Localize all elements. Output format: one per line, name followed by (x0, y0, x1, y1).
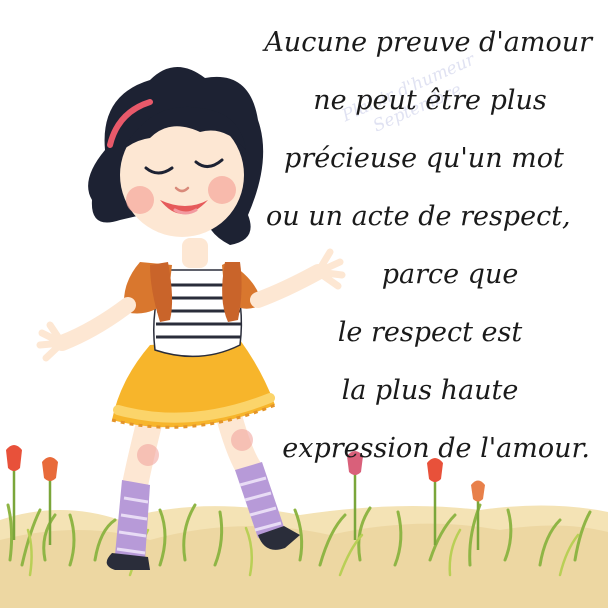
quote-line: ou un acte de respect, (266, 201, 571, 232)
quote-line: Aucune preuve d'amour (264, 27, 592, 58)
neck (182, 238, 208, 268)
quote-line: le respect est (337, 317, 523, 348)
quote-line: précieuse qu'un mot (284, 143, 564, 174)
quote-text: Aucune preuve d'amour ne peut être plus … (262, 14, 598, 478)
quote-line: la plus haute (341, 375, 519, 406)
grass-ground (0, 503, 608, 608)
quote-line: ne peut être plus (313, 85, 547, 116)
quote-line: parce que (381, 259, 519, 290)
quote-card: Plaisir d'humeur Septembre Aucune preuve… (0, 0, 608, 608)
quote-line: expression de l'amour. (282, 433, 590, 464)
